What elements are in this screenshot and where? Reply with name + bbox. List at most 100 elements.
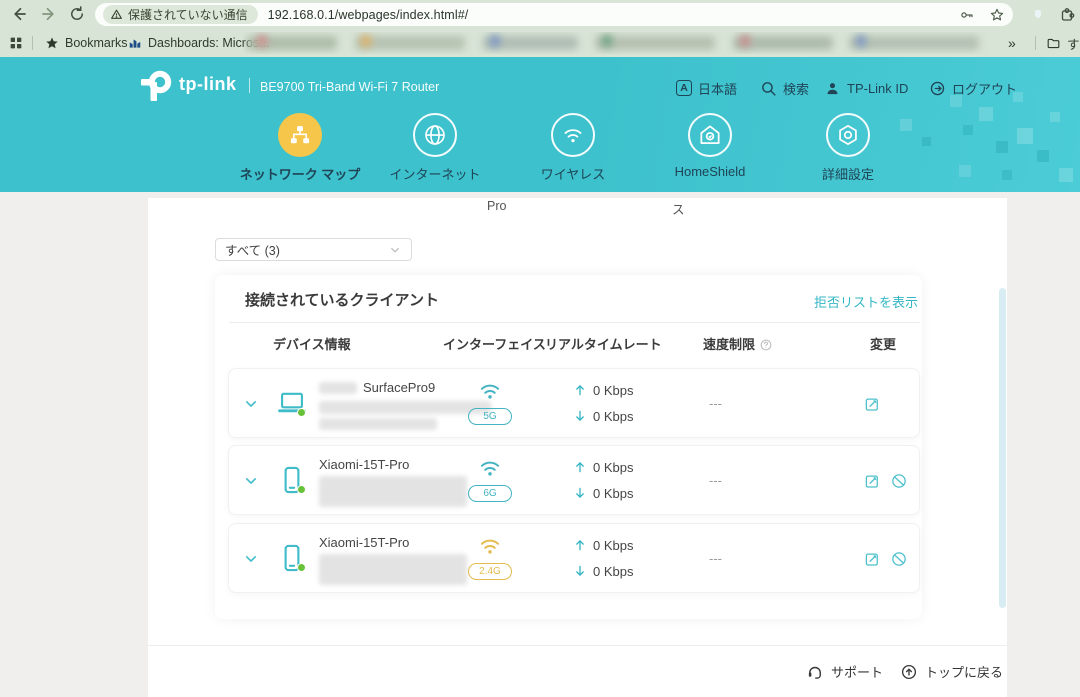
footer-divider (148, 645, 1007, 646)
search-button[interactable]: 検索 (760, 79, 809, 97)
logout-icon (929, 80, 946, 97)
download-rate: 0 Kbps (593, 564, 633, 579)
search-label: 検索 (783, 79, 809, 98)
download-rate: 0 Kbps (593, 409, 633, 424)
folder-icon (1046, 36, 1061, 51)
warning-icon (110, 8, 123, 21)
nav-wireless[interactable]: ワイヤレス (513, 113, 633, 183)
column-header-device: デバイス情報 (273, 334, 351, 353)
scrollbar-thumb[interactable] (999, 288, 1006, 608)
router-model: BE9700 Tri-Band Wi-Fi 7 Router (260, 80, 439, 94)
upload-rate: 0 Kbps (593, 538, 633, 553)
screen: 保護されていない通信 192.168.0.1/webpages/index.ht… (0, 0, 1080, 697)
homeshield-icon (688, 113, 732, 157)
band-badge: 6G (468, 485, 512, 502)
device-name: SurfacePro9 (319, 380, 435, 395)
mosaic-square (1002, 170, 1012, 180)
tplink-id-button[interactable]: TP-Link ID (824, 79, 908, 97)
mosaic-square (959, 165, 971, 177)
language-button[interactable]: A 日本語 (676, 79, 737, 97)
edit-client-icon[interactable] (863, 472, 881, 490)
blurred-owner-name (319, 382, 357, 394)
expand-chevron-icon[interactable] (241, 471, 261, 491)
client-filter-dropdown[interactable]: すべて (3) (215, 238, 412, 261)
bookmark-bookmarks[interactable]: Bookmarks (45, 34, 128, 52)
back-to-top-button[interactable]: トップに戻る (900, 662, 1003, 681)
blocklist-link[interactable]: 拒否リストを表示 (814, 292, 918, 311)
laptop-icon (275, 386, 309, 420)
logout-button[interactable]: ログアウト (929, 79, 1017, 97)
edit-client-icon[interactable] (863, 550, 881, 568)
nav-advanced-settings[interactable]: 詳細設定 (788, 113, 908, 183)
smartphone-icon (275, 541, 309, 575)
language-icon: A (676, 80, 692, 96)
connected-clients-card: 接続されているクライアント 拒否リストを表示 デバイス情報 インターフェイス リ… (215, 275, 922, 619)
chevron-down-icon (388, 243, 402, 257)
bookmark-star-icon[interactable] (989, 7, 1005, 23)
brand-name: tp-link (179, 74, 237, 95)
block-client-icon[interactable] (890, 550, 908, 568)
band-badge: 5G (468, 408, 512, 425)
star-icon (45, 36, 59, 50)
site-security-chip[interactable]: 保護されていない通信 (103, 5, 258, 24)
blurred-device-details (319, 554, 467, 585)
nav-homeshield[interactable]: HomeShield (650, 113, 770, 179)
expand-chevron-icon[interactable] (241, 549, 261, 569)
bookmark-label: Bookmarks (65, 36, 128, 50)
edit-client-icon[interactable] (863, 395, 881, 413)
search-icon (760, 80, 777, 97)
security-chip-label: 保護されていない通信 (128, 6, 248, 23)
bookmarks-bar: Bookmarks Dashboards: Micros... » す (0, 29, 1080, 57)
address-bar[interactable]: 保護されていない通信 192.168.0.1/webpages/index.ht… (95, 3, 1013, 26)
internet-globe-icon (413, 113, 457, 157)
column-header-interface: インターフェイス (443, 334, 546, 353)
download-arrow-icon (573, 409, 587, 424)
block-client-icon[interactable] (890, 472, 908, 490)
router-header: tp-link BE9700 Tri-Band Wi-Fi 7 Router A… (0, 57, 1080, 192)
filter-value: すべて (3) (225, 240, 280, 259)
nav-label: インターネット (375, 164, 495, 183)
support-button[interactable]: サポート (806, 662, 883, 681)
forward-icon[interactable] (40, 5, 58, 23)
client-row: Xiaomi-15T-Pro 2.4G 0 Kbps 0 Kbps --- (228, 523, 920, 593)
blurred-ip-address (319, 418, 437, 430)
bookmarks-overflow-chevron[interactable]: » (1008, 34, 1016, 52)
extensions-puzzle-icon[interactable] (1058, 5, 1076, 23)
reload-icon[interactable] (68, 5, 86, 23)
download-arrow-icon (573, 486, 587, 501)
apps-grid-icon[interactable] (8, 34, 24, 52)
wifi-signal-icon (477, 455, 503, 481)
nav-label: ネットワーク マップ (235, 164, 365, 183)
nav-network-map[interactable]: ネットワーク マップ (235, 113, 365, 183)
folder-label: す (1067, 34, 1080, 53)
url-text[interactable]: 192.168.0.1/webpages/index.html#/ (268, 8, 469, 22)
client-row: SurfacePro9 5G 0 Kbps 0 Kbps --- (228, 368, 920, 438)
brand-divider (249, 78, 250, 93)
logout-label: ログアウト (952, 79, 1017, 98)
chart-bars-icon (128, 36, 142, 50)
divider (229, 322, 920, 323)
clipped-text-fragment: ス (672, 199, 685, 218)
blurred-device-details (319, 476, 467, 507)
extension-shortcut-icon[interactable] (1030, 7, 1045, 22)
password-key-icon[interactable] (959, 7, 975, 23)
download-rate: 0 Kbps (593, 486, 633, 501)
band-badge: 2.4G (468, 563, 512, 580)
upload-arrow-icon (573, 383, 587, 398)
advanced-settings-icon (826, 113, 870, 157)
download-arrow-icon (573, 564, 587, 579)
nav-internet[interactable]: インターネット (375, 113, 495, 183)
wireless-icon (551, 113, 595, 157)
column-header-speed-limit: 速度制限 (703, 334, 773, 353)
mosaic-square (996, 141, 1008, 153)
help-icon[interactable] (759, 338, 773, 352)
network-map-icon (278, 113, 322, 157)
mosaic-square (1037, 150, 1049, 162)
tplink-id-label: TP-Link ID (847, 81, 908, 96)
upload-rate: 0 Kbps (593, 460, 633, 475)
all-bookmarks-folder[interactable]: す (1046, 34, 1080, 52)
mosaic-square (1050, 112, 1060, 122)
blurred-mac-address (319, 401, 491, 414)
back-icon[interactable] (10, 5, 28, 23)
expand-chevron-icon[interactable] (241, 394, 261, 414)
